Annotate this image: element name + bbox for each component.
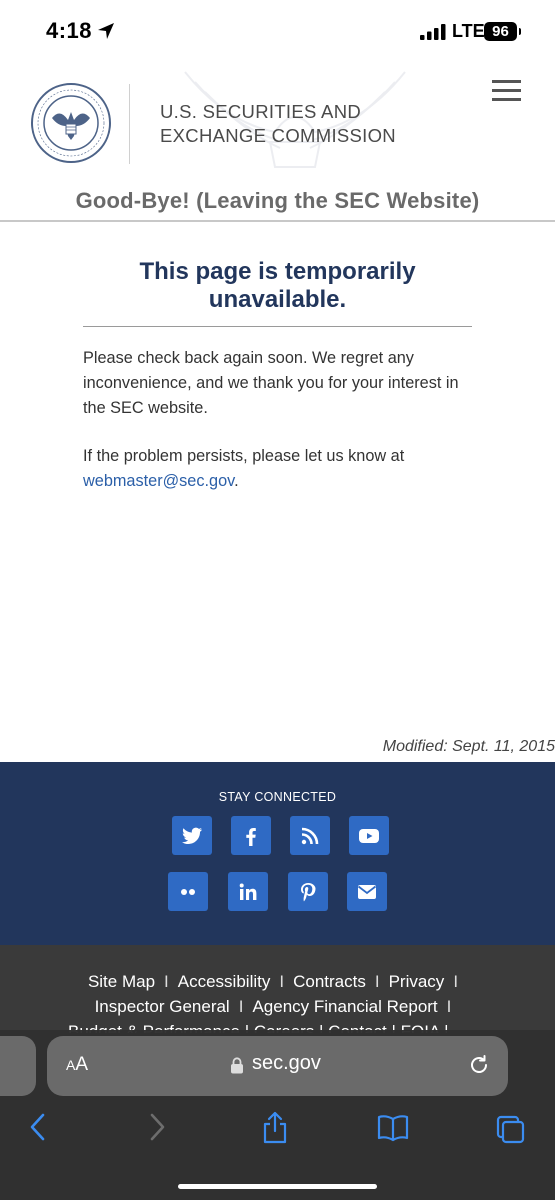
twitter-icon[interactable] (172, 816, 212, 855)
footer-link-agency-financial-report[interactable]: Agency Financial Report (252, 997, 437, 1016)
location-arrow-icon (98, 23, 114, 39)
linkedin-icon[interactable] (228, 872, 268, 911)
modified-date: Modified: Sept. 11, 2015 (382, 738, 555, 755)
rss-icon[interactable] (290, 816, 330, 855)
back-icon[interactable] (24, 1110, 54, 1144)
footer-links: Site Map I Accessibility I Contracts I Privacy… (87, 972, 459, 1016)
agency-name-line2: EXCHANGE COMMISSION (160, 125, 396, 146)
forward-icon[interactable] (141, 1110, 171, 1144)
heading-divider (83, 326, 472, 327)
text-size-button[interactable]: AA (66, 1054, 88, 1076)
bookmarks-icon[interactable] (376, 1110, 410, 1144)
agency-name-line1: U.S. SECURITIES AND (160, 101, 362, 122)
facebook-icon[interactable] (231, 816, 271, 855)
safari-toolbar: AA sec.gov (0, 1030, 555, 1200)
lock-icon (231, 1057, 243, 1074)
footer-link-contracts[interactable]: Contracts (293, 972, 366, 991)
share-icon[interactable] (260, 1110, 290, 1144)
footer-link-inspector-general[interactable]: Inspector General (95, 997, 230, 1016)
pinterest-icon[interactable] (288, 872, 328, 911)
cellular-signal-icon (420, 24, 446, 40)
tabs-icon[interactable] (495, 1110, 525, 1144)
reload-icon[interactable] (467, 1053, 491, 1077)
flickr-icon[interactable] (168, 872, 208, 911)
network-type: LTE (452, 21, 485, 41)
url-text: sec.gov (252, 1052, 321, 1074)
header-divider (129, 84, 130, 164)
home-indicator (178, 1184, 377, 1189)
sec-seal-logo (31, 83, 111, 163)
battery-indicator: 96 (484, 22, 521, 41)
email-icon[interactable] (347, 872, 387, 911)
footer-link-privacy[interactable]: Privacy (389, 972, 445, 991)
youtube-icon[interactable] (349, 816, 389, 855)
page-banner: Good-Bye! (Leaving the SEC Website) (75, 188, 480, 213)
contact-paragraph: If the problem persists, please let us k… (83, 447, 405, 490)
previous-tab-preview[interactable] (0, 1036, 36, 1096)
footer-link-accessibility[interactable]: Accessibility (178, 972, 271, 991)
site-header: U.S. SECURITIES AND EXCHANGE COMMISSION … (0, 62, 555, 222)
agency-name[interactable]: U.S. SECURITIES AND EXCHANGE COMMISSION (160, 100, 396, 148)
webmaster-email-link[interactable]: webmaster@sec.gov (83, 472, 234, 490)
address-bar[interactable]: AA sec.gov (47, 1036, 508, 1096)
page-title: This page is temporarily unavailable. (139, 258, 416, 313)
status-bar: 4:18 LTE 96 (0, 0, 555, 62)
main-content: This page is temporarily unavailable. Pl… (0, 224, 555, 762)
hamburger-menu-icon[interactable] (492, 80, 522, 102)
status-time: 4:18 (46, 18, 93, 43)
footer-link-site-map[interactable]: Site Map (88, 972, 155, 991)
apology-paragraph: Please check back again soon. We regret … (83, 349, 459, 417)
stay-connected-section: STAY CONNECTED (0, 762, 555, 945)
stay-connected-label: STAY CONNECTED (218, 790, 337, 804)
